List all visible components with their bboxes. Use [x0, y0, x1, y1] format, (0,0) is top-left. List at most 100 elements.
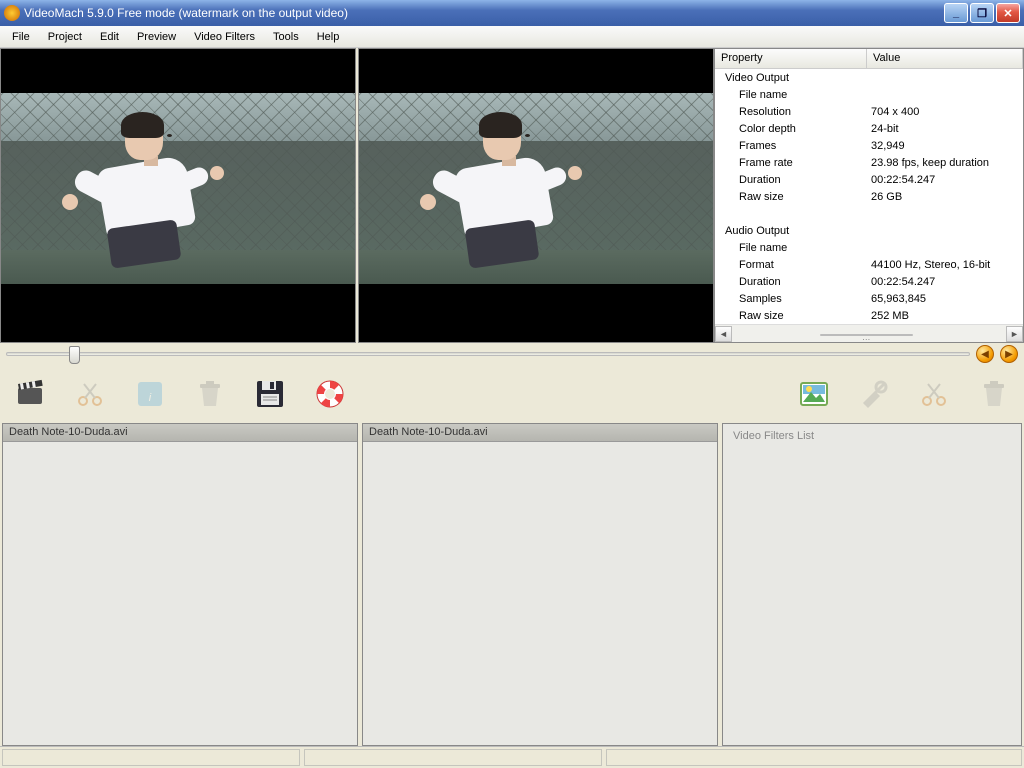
property-rows[interactable]: Video Output File name Resolution704 x 400… — [715, 69, 1023, 324]
property-row[interactable] — [715, 205, 1023, 222]
picture-icon — [798, 378, 830, 410]
property-row[interactable]: Video Output — [715, 69, 1023, 86]
menu-video-filters[interactable]: Video Filters — [186, 29, 263, 45]
property-row[interactable]: Raw size26 GB — [715, 188, 1023, 205]
property-value: 26 GB — [867, 191, 1023, 203]
property-key: Raw size — [715, 310, 867, 322]
property-value: 252 MB — [867, 310, 1023, 322]
titlebar: VideoMach 5.9.0 Free mode (watermark on … — [0, 0, 1024, 26]
filters-panel-body: Video Filters List — [723, 424, 1021, 745]
app-icon — [4, 5, 20, 21]
timeline-track[interactable] — [6, 352, 970, 356]
menu-tools[interactable]: Tools — [265, 29, 307, 45]
property-row[interactable]: Duration00:22:54.247 — [715, 273, 1023, 290]
property-row[interactable]: Raw size252 MB — [715, 307, 1023, 324]
property-key: Resolution — [715, 106, 867, 118]
clapper-icon — [14, 378, 46, 410]
cut-button — [72, 376, 108, 412]
property-row[interactable]: Samples65,963,845 — [715, 290, 1023, 307]
property-row[interactable]: Resolution704 x 400 — [715, 103, 1023, 120]
video-filters-panel[interactable]: Video Filters List — [722, 423, 1022, 746]
property-row[interactable]: Audio Output — [715, 222, 1023, 239]
property-value: 704 x 400 — [867, 106, 1023, 118]
trash-icon — [978, 378, 1010, 410]
status-cell-1 — [2, 749, 300, 766]
image-settings-button[interactable] — [796, 376, 832, 412]
property-value: 44100 Hz, Stereo, 16-bit — [867, 259, 1023, 271]
prev-frame-button[interactable]: ◀ — [976, 345, 994, 363]
output-file-item[interactable]: Death Note-10-Duda.avi — [363, 424, 717, 442]
property-key: Video Output — [715, 72, 867, 84]
preview-right[interactable] — [358, 48, 714, 343]
property-row[interactable]: Frames32,949 — [715, 137, 1023, 154]
scroll-right-icon[interactable]: ► — [1006, 326, 1023, 342]
preview-area — [0, 48, 714, 343]
window-title: VideoMach 5.9.0 Free mode (watermark on … — [24, 6, 944, 20]
lifebuoy-icon — [314, 378, 346, 410]
property-key: Format — [715, 259, 867, 271]
property-row[interactable]: Duration00:22:54.247 — [715, 171, 1023, 188]
property-grid-header: Property Value — [715, 49, 1023, 69]
property-value: 00:22:54.247 — [867, 276, 1023, 288]
property-row[interactable]: Color depth24-bit — [715, 120, 1023, 137]
scissors-icon — [918, 378, 950, 410]
open-file-button[interactable] — [12, 376, 48, 412]
delete-filter-button — [976, 376, 1012, 412]
lower-panels: Death Note-10-Duda.avi Death Note-10-Dud… — [0, 423, 1024, 746]
property-key: Samples — [715, 293, 867, 305]
property-row[interactable]: Frame rate23.98 fps, keep duration — [715, 154, 1023, 171]
trash-icon — [194, 378, 226, 410]
status-cell-3 — [606, 749, 1022, 766]
window-buttons: _ ❐ ✕ — [944, 3, 1020, 23]
scroll-left-icon[interactable]: ◄ — [715, 326, 732, 342]
info-button: i — [132, 376, 168, 412]
property-header-value[interactable]: Value — [867, 49, 1023, 68]
menu-project[interactable]: Project — [40, 29, 90, 45]
property-grid: Property Value Video Output File name Reso… — [714, 48, 1024, 343]
info-icon: i — [134, 378, 166, 410]
preview-left[interactable] — [0, 48, 356, 343]
source-file-item[interactable]: Death Note-10-Duda.avi — [3, 424, 357, 442]
status-cell-2 — [304, 749, 602, 766]
property-key: File name — [715, 242, 867, 254]
close-button[interactable]: ✕ — [996, 3, 1020, 23]
timeline-slider-bar: ◀ ▶ — [0, 343, 1024, 365]
help-button[interactable] — [312, 376, 348, 412]
video-frame-right — [359, 93, 713, 284]
property-value: 23.98 fps, keep duration — [867, 157, 1023, 169]
property-row[interactable]: Format44100 Hz, Stereo, 16-bit — [715, 256, 1023, 273]
property-key: Color depth — [715, 123, 867, 135]
property-hscroll[interactable]: ◄ ⋯ ► — [715, 324, 1023, 342]
cut-filter-button — [916, 376, 952, 412]
tools-icon — [858, 378, 890, 410]
source-files-panel[interactable]: Death Note-10-Duda.avi — [2, 423, 358, 746]
menu-help[interactable]: Help — [309, 29, 348, 45]
property-value: 65,963,845 — [867, 293, 1023, 305]
output-files-panel[interactable]: Death Note-10-Duda.avi — [362, 423, 718, 746]
video-frame-left — [1, 93, 355, 284]
save-button[interactable] — [252, 376, 288, 412]
maximize-button[interactable]: ❐ — [970, 3, 994, 23]
next-frame-button[interactable]: ▶ — [1000, 345, 1018, 363]
property-key: Duration — [715, 174, 867, 186]
property-key: Duration — [715, 276, 867, 288]
source-panel-body[interactable] — [3, 442, 357, 745]
property-row[interactable]: File name — [715, 239, 1023, 256]
statusbar — [0, 746, 1024, 768]
timeline-thumb[interactable] — [69, 346, 80, 364]
property-row[interactable]: File name — [715, 86, 1023, 103]
property-value: 00:22:54.247 — [867, 174, 1023, 186]
menu-edit[interactable]: Edit — [92, 29, 127, 45]
menu-file[interactable]: File — [4, 29, 38, 45]
property-key: Raw size — [715, 191, 867, 203]
property-value: 32,949 — [867, 140, 1023, 152]
delete-button — [192, 376, 228, 412]
minimize-button[interactable]: _ — [944, 3, 968, 23]
menu-preview[interactable]: Preview — [129, 29, 184, 45]
menubar: File Project Edit Preview Video Filters … — [0, 26, 1024, 48]
property-value: 24-bit — [867, 123, 1023, 135]
output-panel-body[interactable] — [363, 442, 717, 745]
property-key: File name — [715, 89, 867, 101]
scroll-thumb[interactable]: ⋯ — [820, 334, 913, 336]
property-header-name[interactable]: Property — [715, 49, 867, 68]
